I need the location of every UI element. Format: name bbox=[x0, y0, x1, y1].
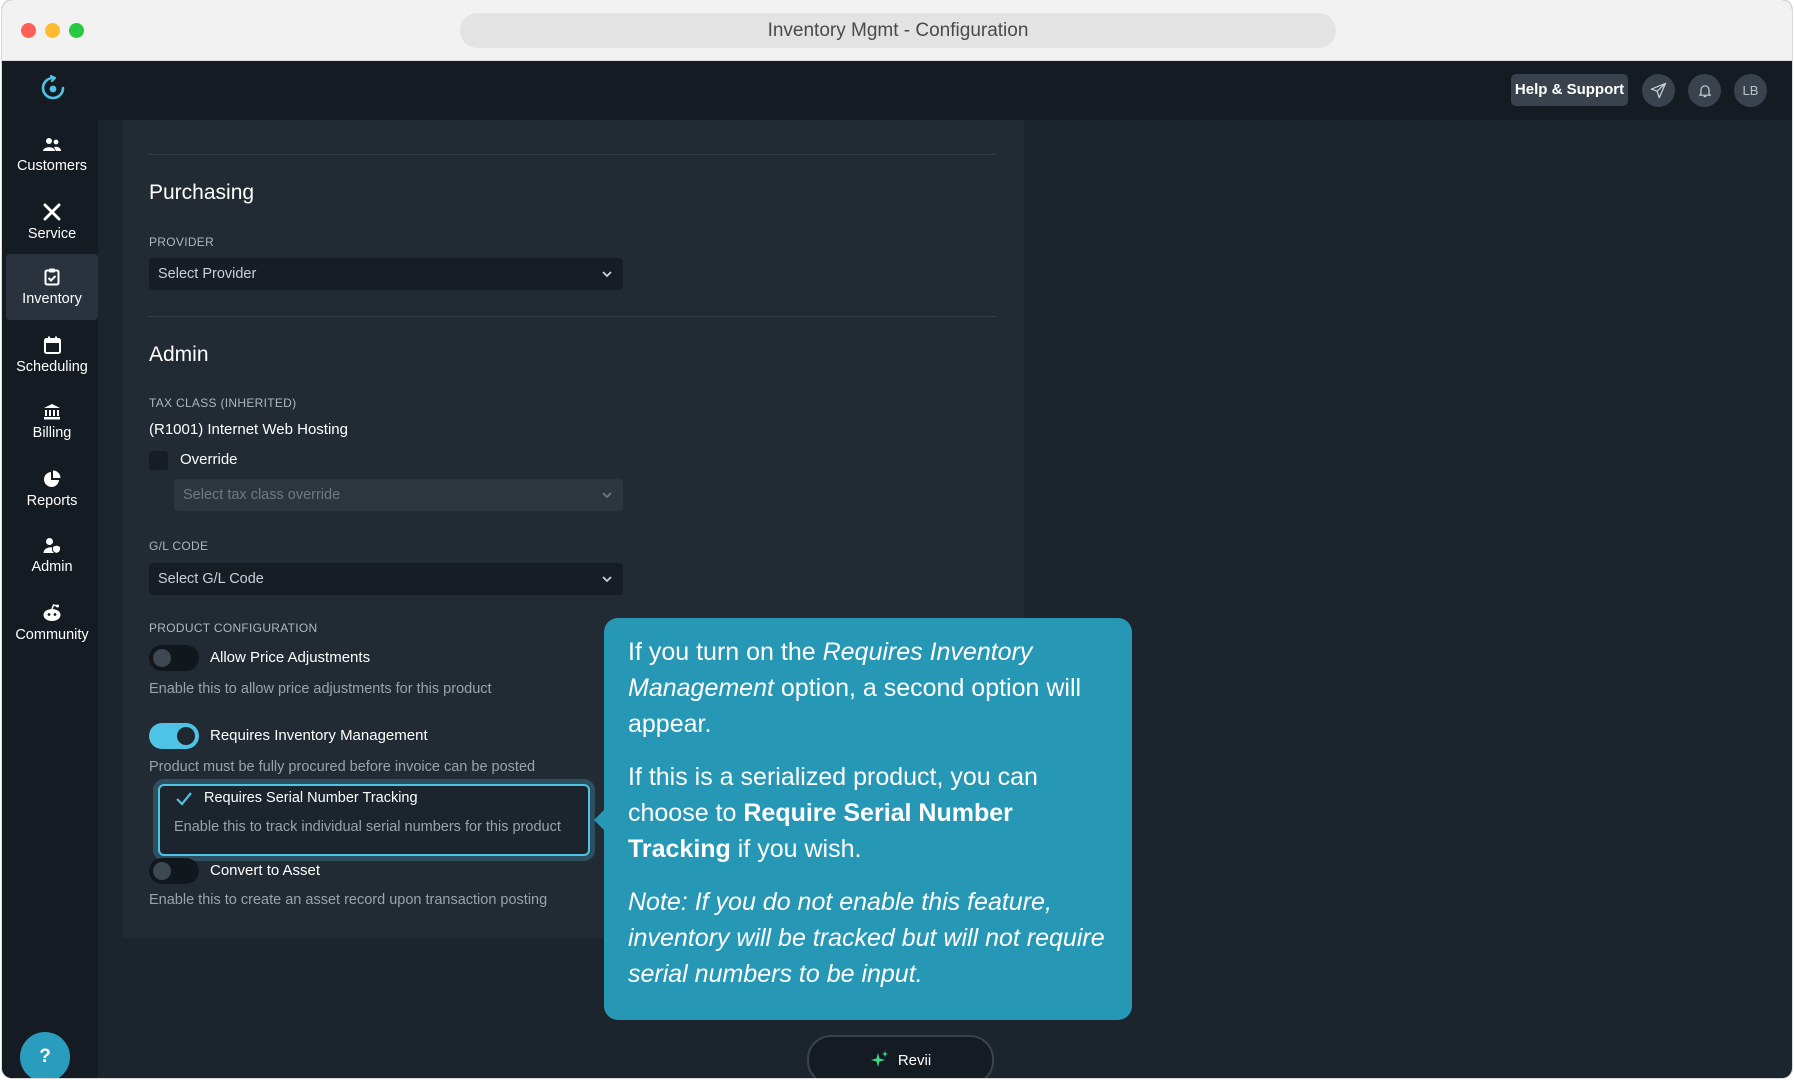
sidebar-item-community[interactable]: Community bbox=[6, 590, 98, 656]
tax-override-select[interactable]: Select tax class override bbox=[174, 479, 623, 511]
purchasing-title: Purchasing bbox=[149, 181, 255, 204]
sidebar-item-reports[interactable]: Reports bbox=[6, 456, 98, 522]
requires-inventory-help: Product must be fully procured before in… bbox=[149, 759, 536, 775]
revii-label: Revii bbox=[897, 1051, 932, 1069]
sidebar-item-label: Customers bbox=[16, 157, 88, 174]
sidebar-item-admin[interactable]: Admin bbox=[6, 523, 98, 589]
gl-code-label: G/L CODE bbox=[149, 539, 209, 553]
tour-callout: If you turn on the Requires Inventory Ma… bbox=[594, 618, 1132, 1020]
calendar-icon bbox=[43, 336, 61, 354]
close-window-button[interactable] bbox=[21, 23, 36, 38]
app-window: Inventory Mgmt - Configuration Help & Su… bbox=[2, 0, 1792, 1078]
allow-price-label: Allow Price Adjustments bbox=[210, 649, 371, 666]
sidebar-item-label: Scheduling bbox=[16, 358, 88, 375]
user-avatar[interactable]: LB bbox=[1734, 74, 1767, 107]
allow-price-help: Enable this to allow price adjustments f… bbox=[149, 681, 492, 697]
toggle-knob bbox=[153, 862, 171, 880]
allow-price-toggle[interactable] bbox=[149, 645, 199, 671]
help-button[interactable]: ? bbox=[20, 1032, 70, 1078]
product-config-label: PRODUCT CONFIGURATION bbox=[149, 621, 318, 635]
chevron-down-icon bbox=[602, 576, 612, 583]
gl-code-select-value: Select G/L Code bbox=[158, 571, 264, 587]
convert-asset-label: Convert to Asset bbox=[210, 862, 321, 879]
convert-asset-help: Enable this to create an asset record up… bbox=[149, 892, 548, 908]
serial-tracking-help: Enable this to track individual serial n… bbox=[174, 819, 561, 835]
gl-code-select[interactable]: Select G/L Code bbox=[149, 563, 623, 595]
toggle-knob bbox=[153, 649, 171, 667]
sidebar-item-customers[interactable]: Customers bbox=[6, 122, 98, 188]
sidebar-item-label: Community bbox=[15, 626, 89, 643]
send-button[interactable] bbox=[1642, 74, 1675, 107]
app-logo-icon[interactable] bbox=[40, 75, 66, 101]
bank-icon bbox=[44, 404, 60, 420]
serial-tracking-option: Requires Serial Number Tracking Enable t… bbox=[158, 784, 590, 856]
bell-icon bbox=[1698, 85, 1711, 98]
sidebar: Customers Service Inventory Scheduling B… bbox=[2, 120, 98, 1078]
chevron-down-icon bbox=[602, 492, 612, 499]
sidebar-item-label: Service bbox=[27, 225, 77, 242]
tax-class-label: TAX CLASS (INHERITED) bbox=[149, 396, 297, 410]
user-shield-icon bbox=[43, 538, 61, 554]
divider bbox=[148, 154, 996, 155]
callout-paragraph-2: If this is a serialized product, you can… bbox=[628, 763, 1038, 863]
tools-icon bbox=[43, 203, 61, 220]
provider-select-value: Select Provider bbox=[158, 266, 257, 282]
pie-chart-icon bbox=[44, 470, 61, 487]
community-icon bbox=[43, 603, 61, 621]
serial-tracking-label: Requires Serial Number Tracking bbox=[204, 790, 418, 806]
title-bar: Inventory Mgmt - Configuration bbox=[2, 0, 1792, 61]
provider-label: PROVIDER bbox=[149, 235, 215, 249]
paper-plane-icon bbox=[1650, 82, 1667, 99]
sidebar-item-label: Inventory bbox=[22, 290, 82, 307]
sidebar-item-label: Reports bbox=[26, 492, 78, 509]
callout-paragraph-3: Note: If you do not enable this feature,… bbox=[628, 888, 1105, 988]
sidebar-item-scheduling[interactable]: Scheduling bbox=[6, 322, 98, 388]
help-support-button[interactable]: Help & Support bbox=[1511, 74, 1628, 106]
sidebar-item-label: Admin bbox=[31, 559, 73, 575]
users-icon bbox=[43, 137, 61, 151]
tax-override-placeholder: Select tax class override bbox=[183, 487, 341, 503]
sidebar-item-service[interactable]: Service bbox=[6, 189, 98, 255]
sidebar-item-label: Billing bbox=[32, 425, 72, 441]
sparkle-icon bbox=[870, 1051, 888, 1067]
sidebar-item-billing[interactable]: Billing bbox=[6, 389, 98, 455]
toggle-knob bbox=[177, 727, 195, 745]
window-title[interactable]: Inventory Mgmt - Configuration bbox=[460, 13, 1336, 48]
serial-tracking-checkbox[interactable] bbox=[175, 790, 193, 808]
override-label: Override bbox=[180, 451, 238, 468]
minimize-window-button[interactable] bbox=[45, 23, 60, 38]
override-checkbox[interactable] bbox=[149, 451, 168, 470]
chevron-down-icon bbox=[602, 271, 612, 278]
notifications-button[interactable] bbox=[1688, 74, 1721, 107]
provider-select[interactable]: Select Provider bbox=[149, 258, 623, 290]
clipboard-check-icon bbox=[44, 268, 60, 285]
requires-inventory-label: Requires Inventory Management bbox=[210, 727, 428, 744]
app-header: Help & Support LB bbox=[2, 61, 1792, 120]
requires-inventory-toggle[interactable] bbox=[149, 723, 199, 749]
revii-assistant-button[interactable]: Revii bbox=[807, 1035, 994, 1078]
sidebar-item-inventory[interactable]: Inventory bbox=[6, 254, 98, 320]
tax-class-value: (R1001) Internet Web Hosting bbox=[149, 421, 348, 438]
maximize-window-button[interactable] bbox=[69, 23, 84, 38]
divider bbox=[148, 316, 996, 317]
callout-paragraph-1: If you turn on the Requires Inventory Ma… bbox=[628, 638, 1082, 738]
admin-title: Admin bbox=[149, 343, 209, 366]
convert-asset-toggle[interactable] bbox=[149, 858, 199, 884]
